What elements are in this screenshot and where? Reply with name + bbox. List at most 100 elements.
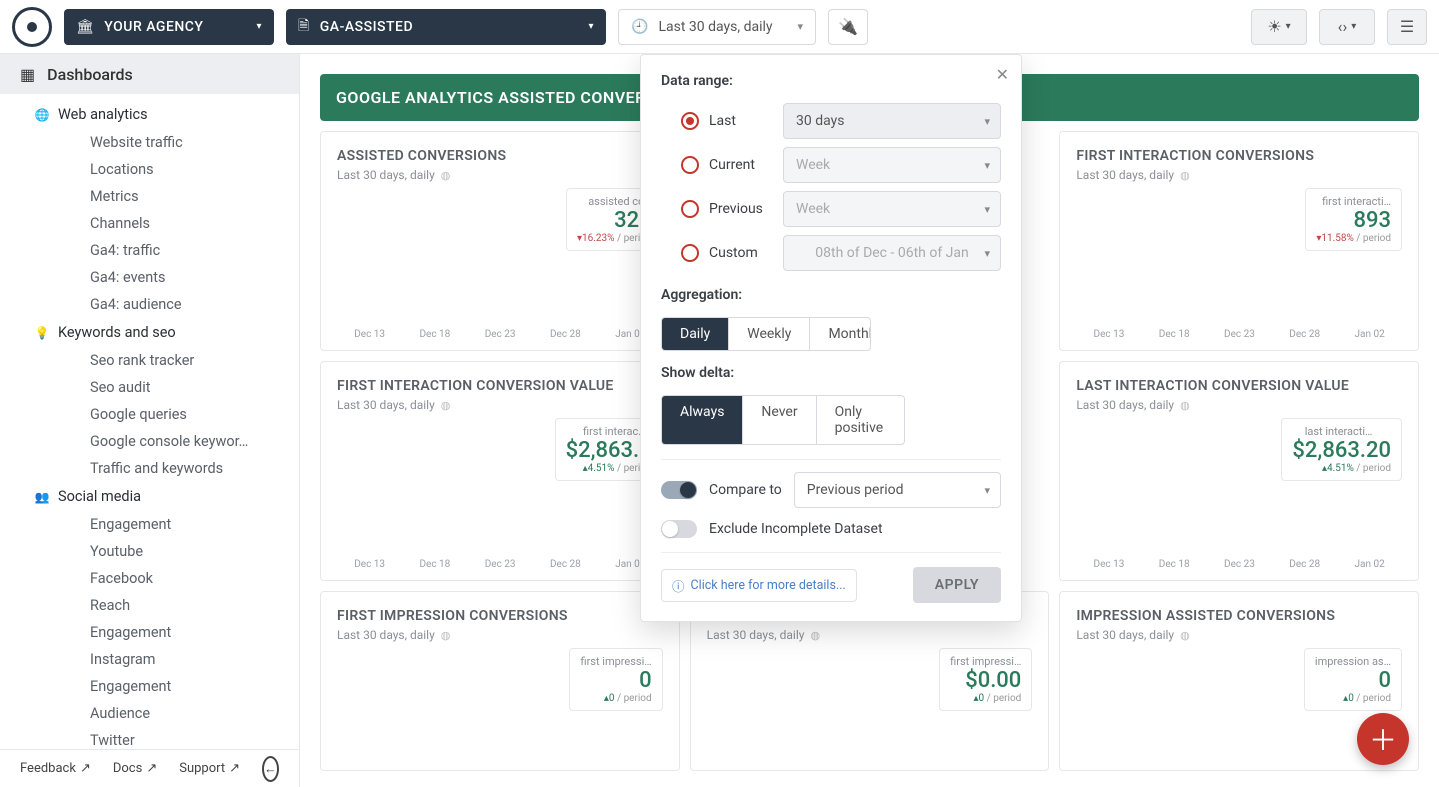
card-subtitle: Last 30 days, daily ◍ (707, 628, 1033, 642)
sidebar-header[interactable]: ▦ Dashboards (0, 54, 299, 94)
details-label: Click here for more details... (691, 578, 846, 593)
plug-button[interactable]: 🔌 (828, 9, 868, 45)
sidebar-item[interactable]: Engagement (0, 619, 299, 646)
card-subtitle: Last 30 days, daily ◍ (337, 398, 663, 412)
bars-container (1076, 676, 1402, 782)
delta-never[interactable]: Never (743, 396, 816, 444)
delta-always[interactable]: Always (662, 396, 743, 444)
info-icon: ⓘ (672, 576, 685, 595)
menu-button[interactable]: ☰ (1387, 9, 1427, 45)
x-tick: Dec 13 (354, 559, 385, 570)
sidebar-item[interactable]: Instagram (0, 646, 299, 673)
delta-only-positive[interactable]: Only positive (817, 396, 904, 444)
bank-icon: 🏛 (76, 19, 94, 35)
sidebar-category[interactable]: 💡Keywords and seo (0, 318, 299, 347)
sidebar-category[interactable]: 🌐Web analytics (0, 100, 299, 129)
globe-icon: ◍ (441, 169, 451, 182)
theme-dropdown[interactable]: ☀▾ (1251, 9, 1307, 45)
support-link[interactable]: Support ↗ (179, 761, 240, 776)
date-range-popover: ✕ Data range: Last 30 days Current Week … (640, 54, 1022, 622)
current-value-label: Week (796, 157, 830, 173)
globe-icon: ◍ (1180, 169, 1190, 182)
back-button[interactable]: ← (262, 756, 279, 782)
sun-icon: ☀ (1267, 17, 1281, 36)
chart-area: first interacti…893▾11.58% / periodDec 1… (1076, 188, 1402, 340)
chart-area: impression as…0▴0 / periodDec 13Dec 18De… (1076, 648, 1402, 787)
sidebar-item[interactable]: Engagement (0, 511, 299, 538)
sidebar-scroll[interactable]: 🌐Web analyticsWebsite trafficLocationsMe… (0, 94, 299, 749)
sidebar-item[interactable]: Ga4: traffic (0, 237, 299, 264)
chevron-down-icon: ▾ (1351, 21, 1356, 32)
x-tick: Dec 23 (485, 329, 516, 340)
radio-current-label: Current (709, 157, 773, 173)
docs-link[interactable]: Docs ↗ (113, 761, 157, 776)
agency-dropdown[interactable]: 🏛 YOUR AGENCY ▾ (64, 9, 274, 45)
chart-area: assisted co…320▾16.23% / periodDec 13Dec… (337, 188, 663, 340)
sidebar-category[interactable]: 👥Social media (0, 482, 299, 511)
feedback-label: Feedback (20, 761, 76, 776)
sidebar-item[interactable]: Metrics (0, 183, 299, 210)
sidebar-footer: Feedback ↗ Docs ↗ Support ↗ ← (0, 749, 299, 787)
date-range-dropdown[interactable]: 🕘 Last 30 days, daily ▾ (618, 9, 816, 45)
sidebar-item[interactable]: Reach (0, 592, 299, 619)
feedback-link[interactable]: Feedback ↗ (20, 761, 91, 776)
agg-weekly[interactable]: Weekly (729, 318, 810, 350)
sidebar-item[interactable]: Google console keywor… (0, 428, 299, 455)
radio-current[interactable] (681, 156, 699, 174)
apply-button[interactable]: APPLY (913, 567, 1001, 603)
bars-container (337, 446, 663, 552)
last-value-select[interactable]: 30 days (783, 103, 1001, 139)
compare-toggle[interactable] (661, 481, 697, 499)
sidebar-item[interactable]: Seo rank tracker (0, 347, 299, 374)
sidebar-item[interactable]: Seo audit (0, 374, 299, 401)
metric-card: LAST INTERACTION CONVERSION VALUELast 30… (1059, 361, 1419, 581)
show-delta-heading: Show delta: (661, 365, 1001, 381)
share-dropdown[interactable]: ‹›▾ (1319, 9, 1375, 45)
sidebar: ▦ Dashboards 🌐Web analyticsWebsite traff… (0, 54, 300, 787)
dashboard-icon: ▦ (20, 65, 35, 84)
sidebar-item[interactable]: Engagement (0, 673, 299, 700)
agg-daily[interactable]: Daily (662, 318, 729, 350)
close-button[interactable]: ✕ (996, 65, 1009, 84)
globe-icon: ◍ (441, 399, 451, 412)
category-icon: 👥 (34, 490, 50, 504)
sidebar-item[interactable]: Audience (0, 700, 299, 727)
x-tick: Dec 18 (419, 329, 450, 340)
share-icon: ‹› (1338, 17, 1348, 36)
sidebar-item[interactable]: Locations (0, 156, 299, 183)
plug-icon: 🔌 (838, 17, 858, 36)
exclude-toggle[interactable] (661, 520, 697, 538)
x-tick: Dec 18 (1159, 559, 1190, 570)
sidebar-item[interactable]: Ga4: audience (0, 291, 299, 318)
sidebar-item[interactable]: Google queries (0, 401, 299, 428)
compare-select[interactable]: Previous period (794, 472, 1001, 508)
x-axis: Dec 13Dec 18Dec 23Dec 28Jan 02 (337, 559, 663, 570)
x-axis: Dec 13Dec 18Dec 23Dec 28Jan 02 (1076, 559, 1402, 570)
compare-value-label: Previous period (807, 482, 904, 498)
sidebar-item[interactable]: Ga4: events (0, 264, 299, 291)
sidebar-item[interactable]: Channels (0, 210, 299, 237)
sidebar-item[interactable]: Traffic and keywords (0, 455, 299, 482)
radio-previous[interactable] (681, 200, 699, 218)
card-title: IMPRESSION ASSISTED CONVERSIONS (1076, 608, 1402, 624)
bars-container (1076, 216, 1402, 322)
arrow-left-icon: ← (264, 761, 277, 777)
sidebar-item[interactable]: Facebook (0, 565, 299, 592)
add-fab[interactable]: ＋ (1357, 713, 1409, 765)
card-subtitle: Last 30 days, daily ◍ (1076, 628, 1402, 642)
agg-monthly[interactable]: Monthly (810, 318, 871, 350)
project-dropdown[interactable]: 🗎 GA-ASSISTED ▾ (286, 9, 606, 45)
chevron-down-icon: ▾ (256, 21, 262, 32)
sidebar-item[interactable]: Website traffic (0, 129, 299, 156)
radio-custom[interactable] (681, 244, 699, 262)
bars-container (707, 676, 1033, 782)
range-label: Last 30 days, daily (658, 19, 772, 35)
sidebar-item[interactable]: Youtube (0, 538, 299, 565)
details-link[interactable]: ⓘ Click here for more details... (661, 569, 857, 602)
radio-last[interactable] (681, 112, 699, 130)
clock-icon: 🕘 (631, 19, 648, 35)
chart-area: first interac…$2,863.2▴4.51% / periodDec… (337, 418, 663, 570)
globe-icon: ◍ (1180, 399, 1190, 412)
sidebar-item[interactable]: Twitter (0, 727, 299, 749)
radio-last-label: Last (709, 113, 773, 129)
